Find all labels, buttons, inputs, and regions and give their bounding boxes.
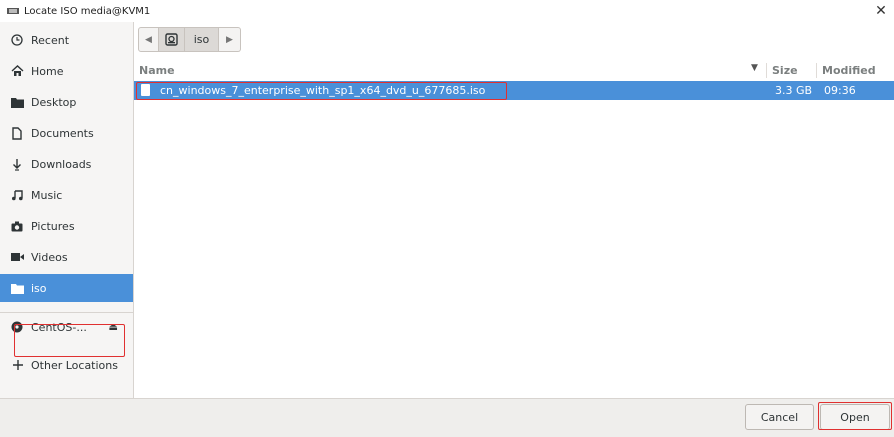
column-separator (816, 63, 817, 78)
sidebar-item-home[interactable]: Home (0, 57, 133, 85)
plus-icon (11, 358, 25, 372)
folder-icon (10, 281, 24, 295)
cancel-button[interactable]: Cancel (745, 404, 814, 430)
video-icon (10, 250, 24, 264)
file-chooser-dialog: Locate ISO media@KVM1 ✕ Recent Home Desk… (0, 0, 894, 437)
column-separator (766, 63, 767, 78)
sidebar-item-label: Recent (31, 33, 70, 47)
sidebar-item-label: Desktop (31, 95, 77, 109)
path-root-button[interactable] (159, 27, 185, 52)
sidebar-item-label: iso (31, 281, 47, 295)
sidebar-item-documents[interactable]: Documents (0, 119, 133, 147)
chevron-right-icon: ▶ (226, 34, 233, 45)
file-modified: 09:36 (824, 84, 856, 97)
column-header-modified[interactable]: Modified (822, 64, 876, 77)
sidebar-item-label: Videos (31, 250, 68, 264)
path-back-button[interactable]: ◀ (138, 27, 159, 52)
sort-descending-icon: ▼ (751, 63, 758, 73)
sidebar-item-label: Home (31, 64, 64, 78)
drive-icon (165, 33, 178, 46)
highlight-box-open (818, 402, 892, 430)
highlight-box-other-locations (14, 324, 125, 357)
close-icon: ✕ (875, 3, 887, 19)
sidebar-item-music[interactable]: Music (0, 181, 133, 209)
document-icon (10, 126, 24, 140)
sidebar-item-label: Pictures (31, 219, 75, 233)
file-size: 3.3 GB (775, 84, 813, 97)
sidebar-item-recent[interactable]: Recent (0, 26, 133, 54)
home-icon (10, 64, 24, 78)
sidebar-item-label: Documents (31, 126, 94, 140)
app-icon (7, 8, 19, 14)
sidebar-item-label: Music (31, 188, 63, 202)
highlight-box-file (136, 82, 507, 100)
path-forward-button[interactable]: ▶ (219, 27, 241, 52)
column-header-size[interactable]: Size (772, 64, 798, 77)
sidebar-item-label: Other Locations (31, 358, 118, 372)
dialog-footer: Cancel Open (0, 398, 894, 437)
path-segment-iso[interactable]: iso (185, 27, 219, 52)
sidebar-item-videos[interactable]: Videos (0, 243, 133, 271)
chevron-left-icon: ◀ (145, 34, 152, 45)
window-title: Locate ISO media@KVM1 (24, 5, 151, 17)
music-icon (10, 188, 24, 202)
close-button[interactable]: ✕ (872, 2, 890, 20)
clock-icon (10, 33, 24, 47)
camera-icon (10, 219, 24, 233)
sidebar-item-desktop[interactable]: Desktop (0, 88, 133, 116)
column-header-name[interactable]: Name (139, 64, 175, 77)
sidebar-item-pictures[interactable]: Pictures (0, 212, 133, 240)
folder-icon (10, 95, 24, 109)
download-icon (10, 157, 24, 171)
path-bar: ◀ iso ▶ (138, 27, 241, 54)
sidebar-item-downloads[interactable]: Downloads (0, 150, 133, 178)
file-list: Name ▼ Size Modified cn_windows_7_enterp… (134, 60, 894, 398)
file-list-header: Name ▼ Size Modified (134, 60, 894, 82)
title-bar: Locate ISO media@KVM1 ✕ (0, 0, 894, 22)
sidebar-item-label: Downloads (31, 157, 92, 171)
sidebar-item-iso[interactable]: iso (0, 274, 133, 302)
